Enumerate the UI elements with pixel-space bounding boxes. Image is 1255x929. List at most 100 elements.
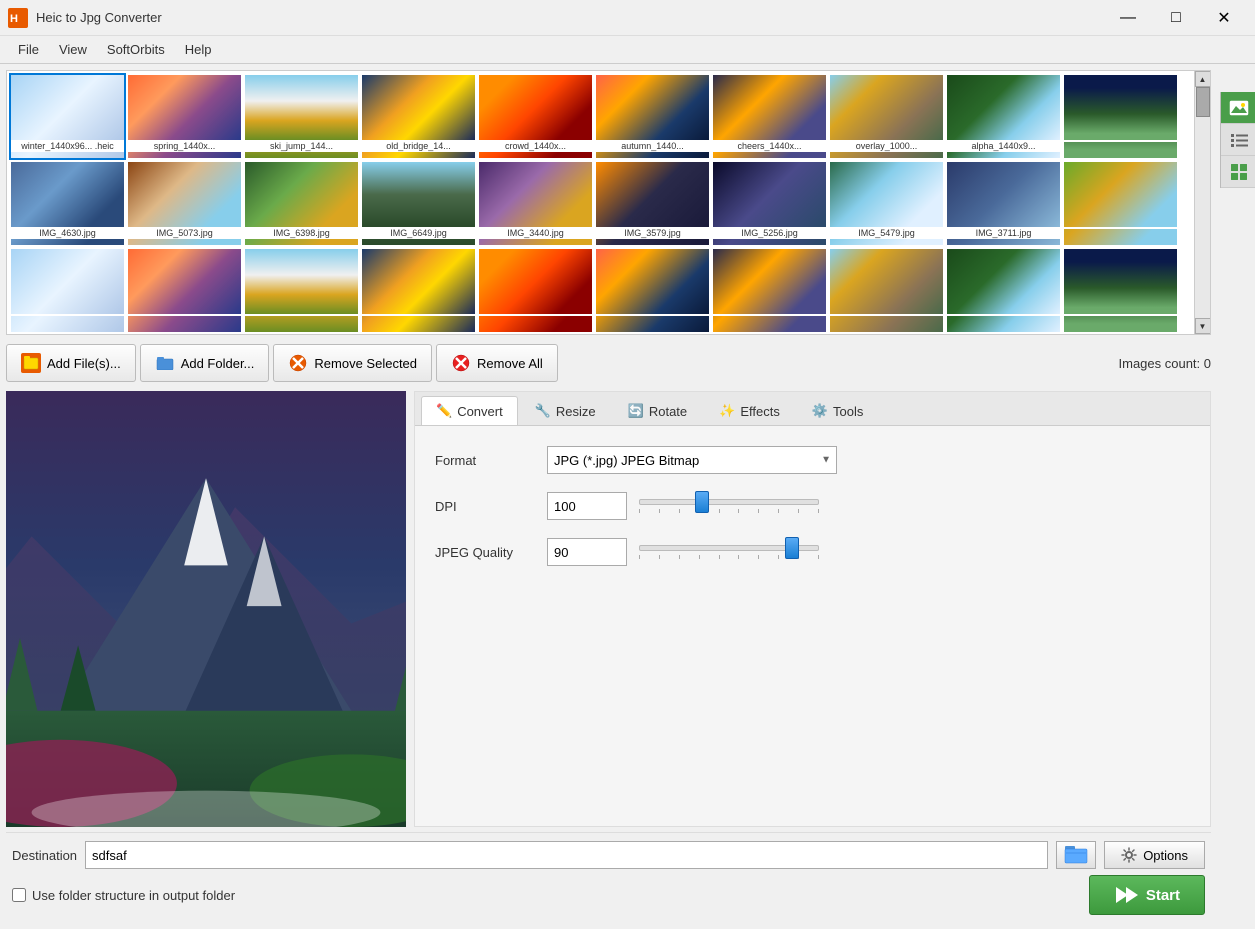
destination-input[interactable] xyxy=(85,841,1048,869)
tab-tools-label: Tools xyxy=(833,404,863,419)
folder-structure-checkbox[interactable] xyxy=(12,888,26,902)
image-thumb[interactable]: IMG_5479.jpg xyxy=(830,162,943,245)
image-thumb[interactable]: crowd_1440x... xyxy=(479,75,592,158)
tab-rotate[interactable]: 🔄 Rotate xyxy=(613,396,703,425)
menu-bar: File View SoftOrbits Help xyxy=(0,36,1255,64)
image-thumb[interactable] xyxy=(479,249,592,332)
image-thumb-label: alpha_1440x9... xyxy=(947,140,1060,152)
options-button[interactable]: Options xyxy=(1104,841,1205,869)
image-thumb[interactable]: ski_jump_144... xyxy=(245,75,358,158)
image-thumb[interactable]: spring_1440x... xyxy=(128,75,241,158)
image-thumb[interactable] xyxy=(1064,249,1177,332)
svg-text:H: H xyxy=(10,13,18,25)
remove-all-icon xyxy=(451,353,471,373)
image-thumb-label xyxy=(362,314,475,316)
jpeg-slider-track[interactable] xyxy=(639,545,819,551)
image-thumb[interactable] xyxy=(128,249,241,332)
scroll-up-btn[interactable]: ▲ xyxy=(1195,71,1211,87)
remove-all-button[interactable]: Remove All xyxy=(436,344,558,382)
image-thumb[interactable]: overlay_1000... xyxy=(830,75,943,158)
image-thumb[interactable] xyxy=(245,249,358,332)
image-thumb-label xyxy=(713,314,826,316)
image-thumb[interactable] xyxy=(830,249,943,332)
image-thumb-label xyxy=(128,314,241,316)
image-thumb[interactable] xyxy=(947,249,1060,332)
settings-panel: ✏️ Convert 🔧 Resize 🔄 Rotate ✨ Effects xyxy=(414,391,1211,827)
add-folder-button[interactable]: Add Folder... xyxy=(140,344,270,382)
preview-image xyxy=(6,391,406,827)
bottom-bar: Destination Options xyxy=(6,832,1211,923)
tab-convert[interactable]: ✏️ Convert xyxy=(421,396,518,425)
scroll-down-btn[interactable]: ▼ xyxy=(1195,318,1211,334)
image-thumb[interactable]: IMG_5256.jpg xyxy=(713,162,826,245)
image-thumb-label: autumn_1440... xyxy=(596,140,709,152)
image-thumb[interactable]: IMG_3711.jpg xyxy=(947,162,1060,245)
format-select[interactable]: JPG (*.jpg) JPEG Bitmap PNG (*.png) BMP … xyxy=(547,446,837,474)
image-thumb-label: IMG_3579.jpg xyxy=(596,227,709,239)
menu-view[interactable]: View xyxy=(49,38,97,61)
image-thumb[interactable] xyxy=(713,249,826,332)
title-bar: H Heic to Jpg Converter — □ ✕ xyxy=(0,0,1255,36)
image-thumb[interactable] xyxy=(11,249,124,332)
menu-softorbits[interactable]: SoftOrbits xyxy=(97,38,175,61)
menu-file[interactable]: File xyxy=(8,38,49,61)
title-bar-left: H Heic to Jpg Converter xyxy=(8,8,162,28)
image-thumb-label: IMG_3440.jpg xyxy=(479,227,592,239)
grid-scrollbar[interactable]: ▲ ▼ xyxy=(1194,71,1210,334)
scroll-thumb[interactable] xyxy=(1196,87,1210,117)
tab-effects[interactable]: ✨ Effects xyxy=(704,396,795,425)
image-thumb[interactable]: IMG_3440.jpg xyxy=(479,162,592,245)
tab-resize[interactable]: 🔧 Resize xyxy=(520,396,611,425)
tick xyxy=(778,509,779,513)
image-thumb[interactable]: IMG_3579.jpg xyxy=(596,162,709,245)
add-files-icon xyxy=(21,353,41,373)
dpi-input[interactable] xyxy=(547,492,627,520)
tabs-bar: ✏️ Convert 🔧 Resize 🔄 Rotate ✨ Effects xyxy=(415,392,1210,426)
menu-help[interactable]: Help xyxy=(175,38,222,61)
image-thumb[interactable]: alpha_1440x9... xyxy=(947,75,1060,158)
image-thumb[interactable]: IMG_4630.jpg xyxy=(11,162,124,245)
app-icon: H xyxy=(8,8,28,28)
image-thumb[interactable]: old_bridge_14... xyxy=(362,75,475,158)
toolbar: Add File(s)... Add Folder... Remove Sele… xyxy=(6,340,1211,386)
image-thumb[interactable] xyxy=(362,249,475,332)
image-thumb[interactable] xyxy=(596,249,709,332)
view-list-button[interactable] xyxy=(1221,124,1255,156)
gear-icon xyxy=(1121,847,1137,863)
tools-icon: ⚙️ xyxy=(812,403,828,419)
rotate-icon: 🔄 xyxy=(628,403,644,419)
minimize-button[interactable]: — xyxy=(1105,4,1151,32)
view-grid-button[interactable] xyxy=(1221,156,1255,188)
add-files-button[interactable]: Add File(s)... xyxy=(6,344,136,382)
image-thumb[interactable]: IMG_6649.jpg xyxy=(362,162,475,245)
image-thumb-label xyxy=(245,314,358,316)
image-thumb[interactable]: IMG_6398.jpg xyxy=(245,162,358,245)
tick xyxy=(699,555,700,559)
image-thumb[interactable]: cheers_1440x... xyxy=(713,75,826,158)
scroll-track[interactable] xyxy=(1195,87,1210,318)
image-thumb[interactable]: IMG_5073.jpg xyxy=(128,162,241,245)
tick xyxy=(719,555,720,559)
jpeg-quality-input[interactable] xyxy=(547,538,627,566)
image-thumb[interactable]: autumn_1440... xyxy=(596,75,709,158)
dpi-slider-track[interactable] xyxy=(639,499,819,505)
image-thumb[interactable] xyxy=(1064,75,1177,158)
start-label: Start xyxy=(1146,887,1180,904)
dpi-slider-thumb[interactable] xyxy=(695,491,709,513)
image-thumb-label: overlay_1000... xyxy=(830,140,943,152)
view-image-button[interactable] xyxy=(1221,92,1255,124)
image-thumb[interactable]: winter_1440x96... .heic xyxy=(11,75,124,158)
tab-tools[interactable]: ⚙️ Tools xyxy=(797,396,879,425)
maximize-button[interactable]: □ xyxy=(1153,4,1199,32)
tick xyxy=(719,509,720,513)
tab-effects-label: Effects xyxy=(740,404,780,419)
jpeg-slider-thumb[interactable] xyxy=(785,537,799,559)
image-thumb-label: IMG_4630.jpg xyxy=(11,227,124,239)
start-button[interactable]: Start xyxy=(1089,875,1205,915)
image-thumb[interactable] xyxy=(1064,162,1177,245)
close-button[interactable]: ✕ xyxy=(1201,4,1247,32)
remove-selected-button[interactable]: Remove Selected xyxy=(273,344,432,382)
destination-browse-button[interactable] xyxy=(1056,841,1096,869)
image-thumb-label: IMG_5256.jpg xyxy=(713,227,826,239)
folder-structure-label: Use folder structure in output folder xyxy=(32,888,235,903)
